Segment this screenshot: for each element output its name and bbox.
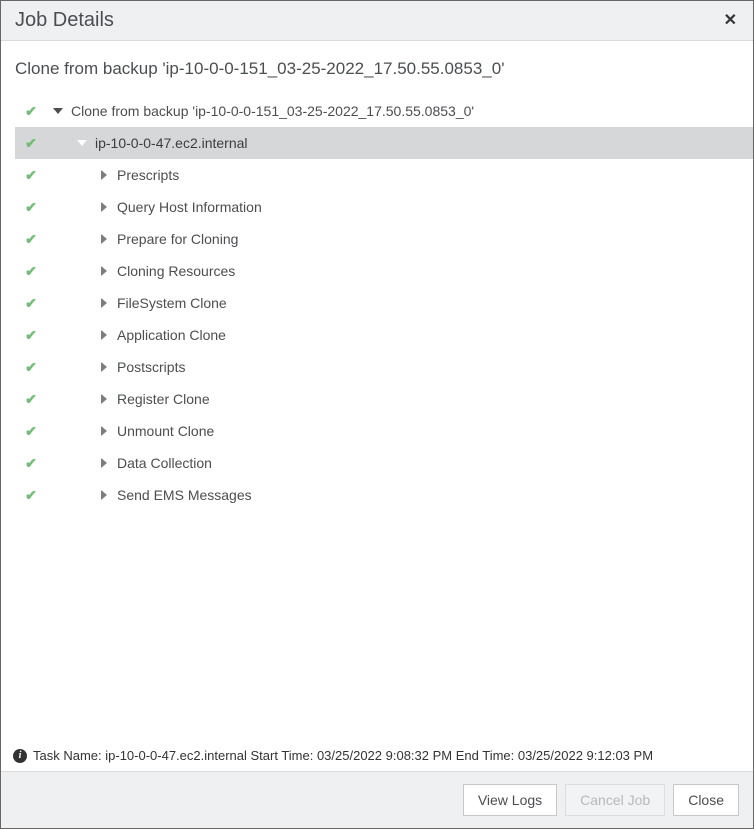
expand-toggle[interactable] (97, 298, 111, 308)
tree-node-step[interactable]: ✔ Send EMS Messages (15, 479, 753, 511)
tree-node-label: Register Clone (117, 391, 210, 407)
task-tree: ✔ Clone from backup 'ip-10-0-0-151_03-25… (15, 95, 753, 511)
expand-toggle[interactable] (51, 108, 65, 114)
status-icon-cell: ✔ (21, 391, 41, 408)
status-icon-cell: ✔ (21, 263, 41, 280)
check-icon: ✔ (25, 263, 37, 280)
tree-node-host[interactable]: ✔ ip-10-0-0-47.ec2.internal (15, 127, 753, 159)
cancel-job-button: Cancel Job (565, 784, 665, 816)
tree-node-root[interactable]: ✔ Clone from backup 'ip-10-0-0-151_03-25… (15, 95, 753, 127)
tree-node-label: Data Collection (117, 455, 212, 471)
expand-toggle[interactable] (97, 234, 111, 244)
tree-node-label: Application Clone (117, 327, 226, 343)
tree-node-step[interactable]: ✔ Application Clone (15, 319, 753, 351)
tree-node-step[interactable]: ✔ Data Collection (15, 447, 753, 479)
statusbar: i Task Name: ip-10-0-0-47.ec2.internal S… (1, 739, 753, 771)
check-icon: ✔ (25, 423, 37, 440)
tree-node-step[interactable]: ✔ Prepare for Cloning (15, 223, 753, 255)
tree-node-label: Send EMS Messages (117, 487, 252, 503)
tree-node-label: Prescripts (117, 167, 179, 183)
expand-toggle[interactable] (97, 170, 111, 180)
expand-toggle[interactable] (75, 140, 89, 146)
tree-node-label: Cloning Resources (117, 263, 235, 279)
expand-toggle[interactable] (97, 426, 111, 436)
tree-node-label: Query Host Information (117, 199, 262, 215)
chevron-right-icon (101, 490, 107, 500)
titlebar: Job Details ✕ (1, 1, 753, 41)
chevron-down-icon (53, 108, 63, 114)
tree-node-label: Unmount Clone (117, 423, 214, 439)
tree-node-label: Clone from backup 'ip-10-0-0-151_03-25-2… (71, 103, 474, 119)
expand-toggle[interactable] (97, 202, 111, 212)
dialog-title: Job Details (15, 9, 114, 32)
status-icon-cell: ✔ (21, 103, 41, 120)
chevron-down-icon (77, 140, 87, 146)
check-icon: ✔ (25, 103, 37, 120)
status-icon-cell: ✔ (21, 231, 41, 248)
tree-node-step[interactable]: ✔ Prescripts (15, 159, 753, 191)
check-icon: ✔ (25, 487, 37, 504)
close-icon[interactable]: ✕ (720, 11, 741, 31)
scroll-region[interactable]: Clone from backup 'ip-10-0-0-151_03-25-2… (1, 41, 753, 739)
job-subtitle: Clone from backup 'ip-10-0-0-151_03-25-2… (15, 59, 753, 79)
content-area: Clone from backup 'ip-10-0-0-151_03-25-2… (1, 41, 753, 771)
check-icon: ✔ (25, 359, 37, 376)
expand-toggle[interactable] (97, 490, 111, 500)
status-icon-cell: ✔ (21, 359, 41, 376)
tree-node-step[interactable]: ✔ Postscripts (15, 351, 753, 383)
check-icon: ✔ (25, 455, 37, 472)
expand-toggle[interactable] (97, 362, 111, 372)
chevron-right-icon (101, 362, 107, 372)
check-icon: ✔ (25, 327, 37, 344)
check-icon: ✔ (25, 199, 37, 216)
statusbar-text: Task Name: ip-10-0-0-47.ec2.internal Sta… (33, 748, 653, 763)
tree-node-step[interactable]: ✔ Unmount Clone (15, 415, 753, 447)
status-icon-cell: ✔ (21, 327, 41, 344)
status-icon-cell: ✔ (21, 199, 41, 216)
expand-toggle[interactable] (97, 394, 111, 404)
tree-node-step[interactable]: ✔ Cloning Resources (15, 255, 753, 287)
info-icon: i (13, 749, 27, 763)
chevron-right-icon (101, 266, 107, 276)
chevron-right-icon (101, 426, 107, 436)
job-details-dialog: Job Details ✕ Clone from backup 'ip-10-0… (1, 1, 753, 828)
status-icon-cell: ✔ (21, 423, 41, 440)
check-icon: ✔ (25, 391, 37, 408)
expand-toggle[interactable] (97, 266, 111, 276)
tree-node-label: FileSystem Clone (117, 295, 227, 311)
status-icon-cell: ✔ (21, 487, 41, 504)
close-button[interactable]: Close (673, 784, 739, 816)
tree-node-label: Postscripts (117, 359, 185, 375)
tree-node-label: ip-10-0-0-47.ec2.internal (95, 135, 248, 151)
chevron-right-icon (101, 330, 107, 340)
chevron-right-icon (101, 394, 107, 404)
tree-node-step[interactable]: ✔ FileSystem Clone (15, 287, 753, 319)
check-icon: ✔ (25, 135, 37, 152)
chevron-right-icon (101, 298, 107, 308)
check-icon: ✔ (25, 167, 37, 184)
chevron-right-icon (101, 234, 107, 244)
tree-node-label: Prepare for Cloning (117, 231, 238, 247)
check-icon: ✔ (25, 231, 37, 248)
tree-node-step[interactable]: ✔ Register Clone (15, 383, 753, 415)
status-icon-cell: ✔ (21, 135, 41, 152)
chevron-right-icon (101, 458, 107, 468)
status-icon-cell: ✔ (21, 295, 41, 312)
chevron-right-icon (101, 170, 107, 180)
expand-toggle[interactable] (97, 458, 111, 468)
check-icon: ✔ (25, 295, 37, 312)
footer: View Logs Cancel Job Close (1, 771, 753, 828)
status-icon-cell: ✔ (21, 167, 41, 184)
expand-toggle[interactable] (97, 330, 111, 340)
tree-node-step[interactable]: ✔ Query Host Information (15, 191, 753, 223)
chevron-right-icon (101, 202, 107, 212)
status-icon-cell: ✔ (21, 455, 41, 472)
view-logs-button[interactable]: View Logs (463, 784, 557, 816)
